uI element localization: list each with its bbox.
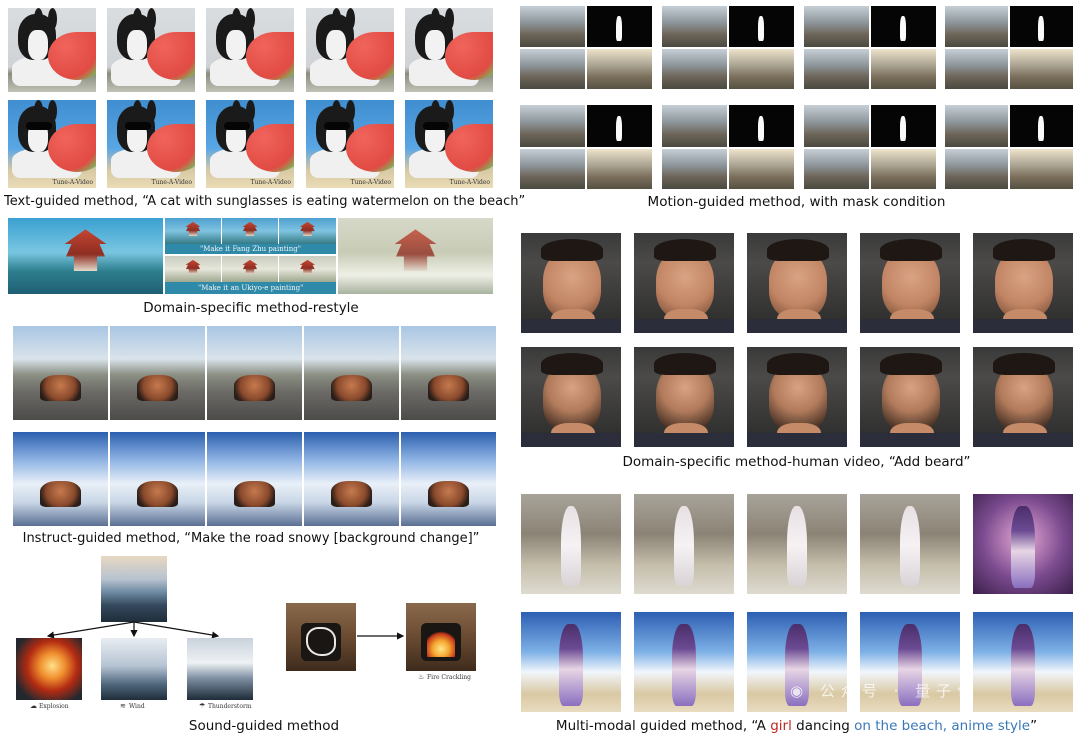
thunderstorm-icon: ☂ xyxy=(199,702,206,710)
fireplace-result-frame xyxy=(406,603,476,671)
sound-wind-frame xyxy=(101,638,167,700)
sound-tree-arrows xyxy=(46,621,220,639)
fire-icon: ♨ xyxy=(418,673,425,681)
caption-multimodal-beach: on the beach, anime style xyxy=(854,718,1031,734)
face-beard-frame-5 xyxy=(973,347,1073,447)
sound-explosion-frame xyxy=(16,638,82,700)
motion-frame-7 xyxy=(804,105,936,189)
road-frame-4 xyxy=(304,326,399,420)
frame-tag: Tune-A-Video xyxy=(350,179,391,186)
sound-label-fire: Fire Crackling xyxy=(427,674,471,681)
face-frame-5 xyxy=(973,233,1073,333)
caption-human-video: Domain-specific method-human video, “Add… xyxy=(622,454,971,470)
face-frame-3 xyxy=(747,233,847,333)
cat-frame-5: Tune-A-Video xyxy=(405,100,493,188)
caption-multimodal-girl: girl xyxy=(770,718,792,734)
dancer-frame-2 xyxy=(634,494,734,594)
caption-multimodal-mid: dancing xyxy=(791,718,855,734)
dancer-frame-3 xyxy=(747,494,847,594)
face-frame-1 xyxy=(521,233,621,333)
motion-frame-2 xyxy=(662,6,794,89)
caption-multimodal-prefix: Multi-modal guided method, “A xyxy=(555,718,771,734)
sound-label-explosion: Explosion xyxy=(39,703,69,710)
sound-label-thunderstorm: Thunderstorm xyxy=(208,703,252,710)
face-beard-frame-1 xyxy=(521,347,621,447)
dancer-frame-4 xyxy=(860,494,960,594)
face-frame-2 xyxy=(634,233,734,333)
motion-frame-4 xyxy=(945,6,1073,89)
fireplace-arrow xyxy=(357,632,405,640)
explosion-icon: ☁ xyxy=(30,702,37,710)
caption-multimodal: Multi-modal guided method, “A girl danci… xyxy=(520,718,1073,734)
road-frame-5 xyxy=(401,326,496,420)
watermark: ◉ 公众号 · 量子位 xyxy=(790,680,978,701)
anime-frame-2 xyxy=(634,612,734,712)
dancer-frame-1 xyxy=(521,494,621,594)
frame-tag: Tune-A-Video xyxy=(449,179,490,186)
watermark-text: 公众号 · 量子位 xyxy=(819,682,979,700)
rabbit-frame-4 xyxy=(306,8,394,92)
sound-thunder-frame xyxy=(187,638,253,700)
rabbit-frame-5 xyxy=(405,8,493,92)
motion-frame-6 xyxy=(662,105,794,189)
face-beard-frame-3 xyxy=(747,347,847,447)
anime-reference-frame xyxy=(973,494,1073,594)
fireplace-source-frame xyxy=(286,603,356,671)
caption-multimodal-suffix: ” xyxy=(1030,718,1038,734)
motion-frame-5 xyxy=(520,105,652,189)
motion-frame-3 xyxy=(804,6,936,89)
face-beard-frame-2 xyxy=(634,347,734,447)
watermark-icon: ◉ xyxy=(790,682,820,700)
restyle-result-frame xyxy=(338,218,493,294)
cat-frame-4: Tune-A-Video xyxy=(306,100,394,188)
caption-motion-guided: Motion-guided method, with mask conditio… xyxy=(647,194,946,210)
anime-frame-1 xyxy=(521,612,621,712)
motion-frame-1 xyxy=(520,6,652,89)
snow-frame-5 xyxy=(401,432,496,526)
anime-frame-5 xyxy=(973,612,1073,712)
snow-frame-4 xyxy=(304,432,399,526)
face-beard-frame-4 xyxy=(860,347,960,447)
sound-label-wind: Wind xyxy=(129,703,145,710)
face-frame-4 xyxy=(860,233,960,333)
wind-icon: ≋ xyxy=(120,702,126,710)
caption-sound-guided: Sound-guided method xyxy=(188,718,340,734)
motion-frame-8 xyxy=(945,105,1073,189)
